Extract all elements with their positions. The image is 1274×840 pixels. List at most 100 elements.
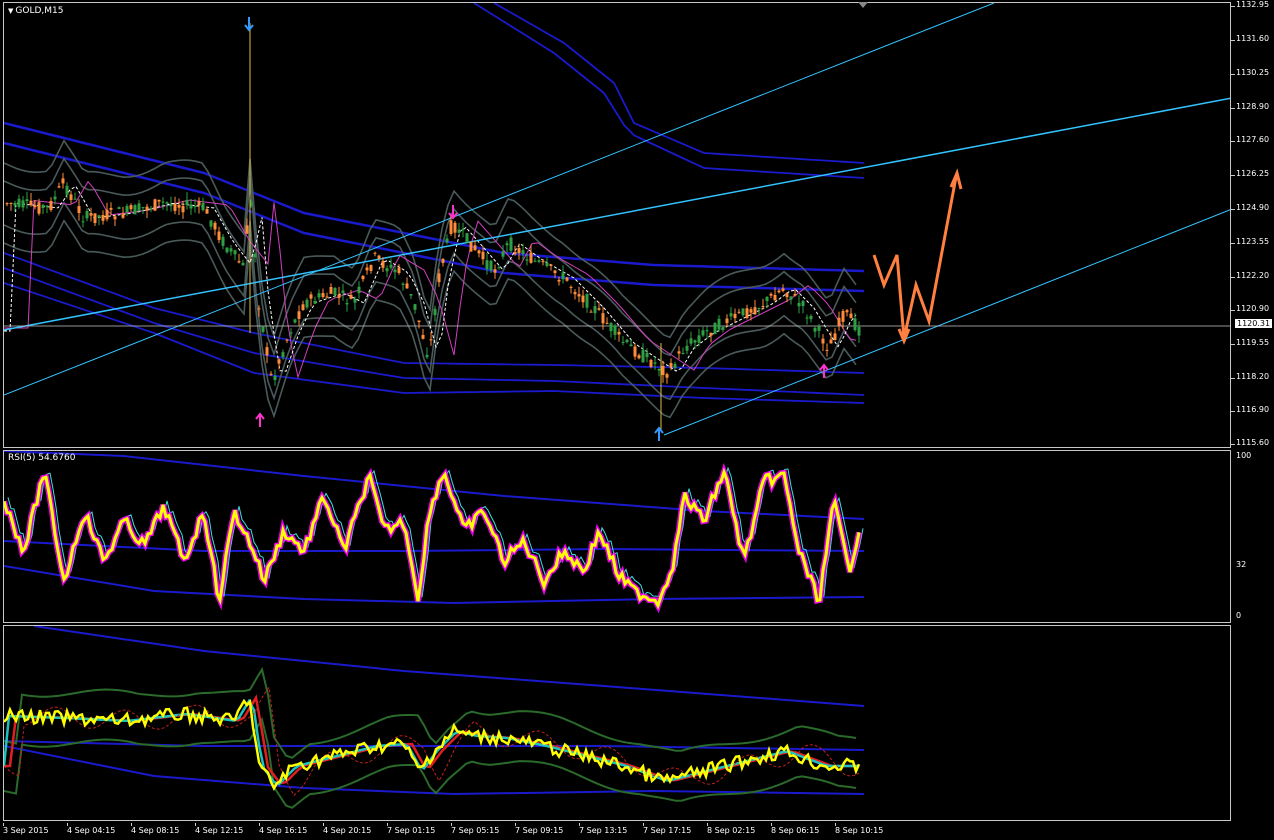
- rsi-envelope-lower: [4, 565, 865, 605]
- rsi-pane[interactable]: RSI(5) 54.6760: [3, 450, 1231, 623]
- candle-body: [69, 194, 73, 200]
- price-tick: 1131.60: [1230, 34, 1270, 43]
- candle-body: [325, 296, 329, 298]
- candle-body: [821, 338, 825, 344]
- candle-body: [57, 186, 61, 188]
- candle-body: [789, 296, 793, 300]
- candle-body: [285, 339, 289, 341]
- candle-body: [269, 373, 273, 375]
- candle-body: [617, 331, 621, 335]
- candle-body: [437, 273, 441, 283]
- candle-body: [541, 261, 545, 263]
- forecast-path: [872, 176, 958, 339]
- rsi-envelope-mid: [4, 540, 865, 552]
- candle-body: [105, 209, 109, 220]
- candle-body: [441, 258, 445, 263]
- candle-body: [625, 339, 629, 343]
- envelope-line: [493, 3, 865, 164]
- candle-body: [237, 261, 241, 263]
- candle-body: [669, 363, 673, 368]
- candle-body: [641, 349, 645, 363]
- candle-body: [713, 322, 717, 335]
- dropdown-triangle-icon[interactable]: ▼: [8, 7, 13, 15]
- rsi-scale: 100 32 0: [1236, 450, 1274, 623]
- time-axis[interactable]: 3 Sep 2015 4 Sep 04:15 4 Sep 08:15 4 Sep…: [3, 823, 1231, 840]
- candle-body: [297, 311, 301, 319]
- candle-body: [461, 228, 465, 231]
- candle-body: [189, 204, 193, 209]
- candle-body: [549, 264, 553, 266]
- candle-body: [425, 354, 429, 358]
- price-tick: 1126.25: [1230, 169, 1270, 178]
- price-tick: 1115.60: [1230, 438, 1270, 447]
- candle-body: [17, 198, 21, 207]
- candle-body: [769, 293, 773, 296]
- candle-body: [537, 260, 541, 262]
- candle-body: [213, 222, 217, 230]
- candle-body: [817, 326, 821, 331]
- candle-body: [681, 352, 685, 354]
- candle-body: [101, 215, 105, 221]
- candle-body: [193, 206, 197, 208]
- candle-body: [389, 264, 393, 268]
- candle-body: [825, 349, 829, 351]
- candle-body: [753, 307, 757, 315]
- oscillator-canvas: [4, 626, 865, 809]
- candle-body: [573, 291, 577, 295]
- candle-body: [45, 205, 49, 207]
- candle-body: [329, 287, 333, 294]
- candle-body: [409, 293, 413, 296]
- price-tick: 1120.90: [1230, 304, 1270, 313]
- price-scale[interactable]: 1132.95 1131.60 1130.25 1128.90 1127.60 …: [1230, 0, 1274, 448]
- candle-body: [765, 296, 769, 302]
- candle-body: [553, 270, 557, 274]
- time-tick: 7 Sep 05:15: [451, 823, 500, 835]
- current-price-label: 1120.31: [1235, 319, 1273, 328]
- candle-body: [577, 294, 581, 297]
- candle-body: [601, 313, 605, 324]
- candle-body: [49, 201, 53, 211]
- candle-body: [129, 205, 133, 210]
- price-tick: 1124.90: [1230, 203, 1270, 212]
- chart-shift-marker[interactable]: [858, 2, 868, 8]
- candle-body: [149, 208, 153, 210]
- candle-body: [653, 362, 657, 364]
- candle-body: [561, 272, 565, 280]
- candle-body: [785, 293, 789, 298]
- candle-body: [413, 304, 417, 310]
- oscillator-pane[interactable]: [3, 625, 1231, 821]
- candle-body: [185, 199, 189, 206]
- candle-body: [153, 199, 157, 211]
- candle-body: [777, 290, 781, 293]
- channel-lower-line: [663, 209, 1230, 436]
- candle-body: [605, 322, 609, 324]
- candle-body: [229, 248, 233, 252]
- down-arrow-icon: [244, 17, 254, 32]
- candle-body: [217, 231, 221, 240]
- candle-body: [689, 338, 693, 344]
- price-tick: 1132.95: [1230, 0, 1270, 9]
- candle-body: [701, 330, 705, 336]
- time-tick: 7 Sep 13:15: [579, 823, 628, 835]
- candle-body: [397, 267, 401, 273]
- candle-body: [757, 307, 761, 309]
- candle-body: [429, 339, 433, 341]
- candle-body: [309, 294, 313, 299]
- candle-body: [97, 215, 101, 218]
- candle-body: [141, 207, 145, 209]
- candle-body: [465, 233, 469, 243]
- candle-body: [693, 340, 697, 343]
- candle-body: [241, 262, 245, 266]
- candle-body: [181, 206, 185, 213]
- symbol-label[interactable]: ▼ GOLD,M15: [8, 6, 63, 16]
- candle-body: [589, 311, 593, 313]
- candle-body: [517, 248, 521, 254]
- price-chart-pane[interactable]: ▼ GOLD,M15: [3, 2, 1231, 448]
- candle-body: [761, 306, 765, 308]
- rsi-tick: 0: [1236, 611, 1242, 620]
- osc-envelope-upper: [33, 626, 865, 707]
- candle-body: [333, 287, 337, 296]
- price-tick: 1127.60: [1230, 135, 1270, 144]
- candle-body: [313, 300, 317, 304]
- candle-body: [837, 317, 841, 326]
